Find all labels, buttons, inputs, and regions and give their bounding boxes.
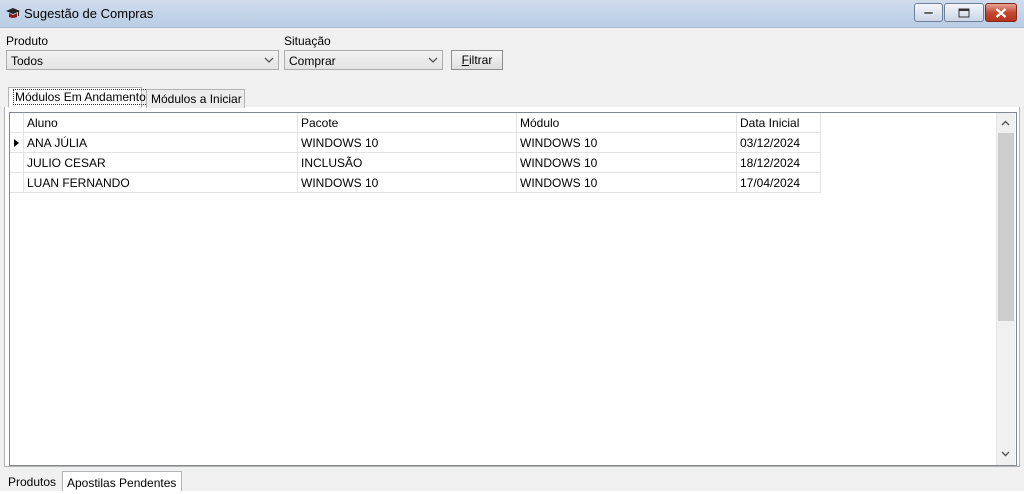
situacao-label: Situação [284,34,331,48]
table-row[interactable]: LUAN FERNANDO WINDOWS 10 WINDOWS 10 17/0… [10,173,821,193]
cell-aluno[interactable]: ANA JÚLIA [24,133,298,153]
app-hat-icon [5,5,21,21]
cell-pacote[interactable]: WINDOWS 10 [298,133,517,153]
filtrar-button-accelerator: F [461,53,469,67]
chevron-down-icon [264,57,274,63]
scroll-down-button[interactable] [997,446,1015,463]
situacao-select[interactable]: Comprar [284,50,443,70]
scroll-thumb[interactable] [998,133,1014,321]
current-row-arrow-icon [14,139,19,147]
column-header-aluno[interactable]: Aluno [24,113,298,133]
filtrar-button-label: iltrar [469,53,493,67]
tab-apostilas-pendentes[interactable]: Apostilas Pendentes [62,471,182,491]
close-button[interactable] [985,3,1017,22]
table-row[interactable]: JULIO CESAR INCLUSÃO WINDOWS 10 18/12/20… [10,153,821,173]
maximize-button[interactable] [944,3,984,22]
grid-header: Aluno Pacote Módulo Data Inicial [10,113,821,133]
produto-select-value: Todos [11,54,44,68]
column-header-modulo[interactable]: Módulo [517,113,737,133]
vertical-scrollbar[interactable] [996,113,1015,465]
maximize-icon [958,8,970,17]
tab-label: Módulos a Iniciar [151,92,242,106]
column-header-pacote[interactable]: Pacote [298,113,517,133]
minimize-button[interactable] [914,3,943,22]
situacao-select-value: Comprar [289,54,336,68]
produto-label: Produto [6,34,49,48]
tab-label: Produtos [8,475,57,489]
cell-data-inicial[interactable]: 17/04/2024 [737,173,821,193]
column-header-data-inicial[interactable]: Data Inicial [737,113,821,133]
cell-aluno[interactable]: JULIO CESAR [24,153,298,173]
header-indicator-cell [10,113,24,133]
minimize-icon [923,11,933,14]
close-icon [995,7,1007,18]
row-indicator-cell [10,153,24,173]
scroll-up-button[interactable] [997,115,1015,132]
window-title: Sugestão de Compras [24,6,154,21]
alunos-grid[interactable]: Aluno Pacote Módulo Data Inicial ANA JÚL… [9,112,1017,466]
cell-pacote[interactable]: WINDOWS 10 [298,173,517,193]
tab-modulos-a-iniciar[interactable]: Módulos a Iniciar [146,89,245,108]
cell-modulo[interactable]: WINDOWS 10 [517,173,737,193]
table-row[interactable]: ANA JÚLIA WINDOWS 10 WINDOWS 10 03/12/20… [10,133,821,153]
filtrar-button[interactable]: Filtrar [451,50,503,70]
tab-modulos-em-andamento[interactable]: Módulos Em Andamento [8,87,148,108]
cell-pacote[interactable]: INCLUSÃO [298,153,517,173]
cell-modulo[interactable]: WINDOWS 10 [517,133,737,153]
tab-label: Apostilas Pendentes [67,476,177,490]
cell-data-inicial[interactable]: 03/12/2024 [737,133,821,153]
chevron-up-icon [1001,120,1010,126]
title-bar[interactable]: Sugestão de Compras [0,0,1024,28]
produto-select[interactable]: Todos [6,50,279,70]
tab-produtos[interactable]: Produtos [4,474,62,491]
cell-aluno[interactable]: LUAN FERNANDO [24,173,298,193]
cell-modulo[interactable]: WINDOWS 10 [517,153,737,173]
row-indicator-cell [10,133,24,153]
main-window: Sugestão de Compras Produto Todos Situaç… [0,0,1024,491]
chevron-down-icon [1001,451,1010,457]
cell-data-inicial[interactable]: 18/12/2024 [737,153,821,173]
tab-label: Módulos Em Andamento [13,89,148,105]
row-indicator-cell [10,173,24,193]
chevron-down-icon [428,57,438,63]
